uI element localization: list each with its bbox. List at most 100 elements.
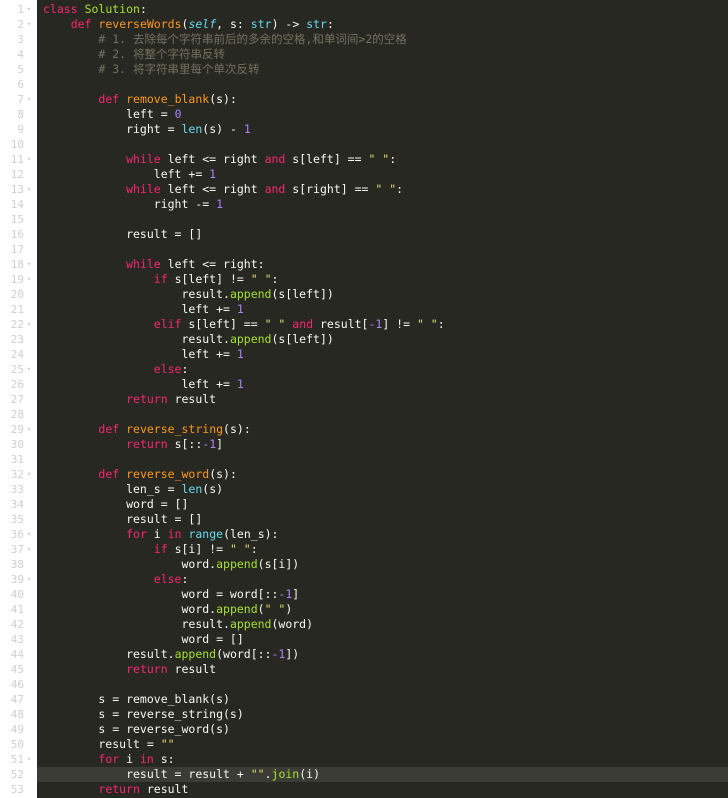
fold-toggle-icon[interactable]: ▾	[24, 317, 34, 332]
code-line[interactable]: while left <= right and s[left] == " ":	[37, 152, 728, 167]
code-line[interactable]: for i in s:	[37, 752, 728, 767]
gutter-line-52[interactable]: 52	[0, 767, 37, 782]
fold-toggle-icon[interactable]: ▾	[24, 17, 34, 32]
code-line[interactable]: return s[::-1]	[37, 437, 728, 452]
code-line[interactable]: # 2. 将整个字符串反转	[37, 47, 728, 62]
code-line[interactable]: left += 1	[37, 377, 728, 392]
code-line[interactable]: result = []	[37, 227, 728, 242]
code-line[interactable]: word = []	[37, 632, 728, 647]
code-line[interactable]	[37, 242, 728, 257]
gutter-line-14[interactable]: 14	[0, 197, 37, 212]
code-line[interactable]	[37, 452, 728, 467]
code-line[interactable]: word.append(s[i])	[37, 557, 728, 572]
gutter-line-21[interactable]: 21	[0, 302, 37, 317]
gutter-line-6[interactable]: 6	[0, 77, 37, 92]
code-line[interactable]: s = reverse_word(s)	[37, 722, 728, 737]
gutter-line-1[interactable]: 1 ▾	[0, 2, 37, 17]
gutter-line-33[interactable]: 33	[0, 482, 37, 497]
fold-toggle-icon[interactable]: ▾	[24, 542, 34, 557]
code-line[interactable]: len_s = len(s)	[37, 482, 728, 497]
code-line[interactable]	[37, 677, 728, 692]
code-line[interactable]: result = []	[37, 512, 728, 527]
gutter-line-26[interactable]: 26	[0, 377, 37, 392]
gutter-line-40[interactable]: 40	[0, 587, 37, 602]
gutter-line-9[interactable]: 9	[0, 122, 37, 137]
code-line[interactable]: right -= 1	[37, 197, 728, 212]
gutter-line-48[interactable]: 48	[0, 707, 37, 722]
editor-gutter[interactable]: 1 ▾ 2 ▾ 3 4 5 6 7 ▾ 8 9 10 11 ▾ 12 13 ▾ 14 15 16 1…	[0, 0, 37, 798]
code-line[interactable]: result.append(word)	[37, 617, 728, 632]
gutter-line-39[interactable]: 39 ▾	[0, 572, 37, 587]
code-line[interactable]: result.append(word[::-1])	[37, 647, 728, 662]
fold-toggle-icon[interactable]: ▾	[24, 362, 34, 377]
gutter-line-11[interactable]: 11 ▾	[0, 152, 37, 167]
code-line[interactable]: while left <= right:	[37, 257, 728, 272]
gutter-line-5[interactable]: 5	[0, 62, 37, 77]
code-editor[interactable]: 1 ▾ 2 ▾ 3 4 5 6 7 ▾ 8 9 10 11 ▾ 12 13 ▾ 14 15 16 1…	[0, 0, 728, 798]
gutter-line-19[interactable]: 19 ▾	[0, 272, 37, 287]
fold-toggle-icon[interactable]: ▾	[24, 422, 34, 437]
gutter-line-28[interactable]: 28	[0, 407, 37, 422]
gutter-line-38[interactable]: 38	[0, 557, 37, 572]
gutter-line-51[interactable]: 51 ▾	[0, 752, 37, 767]
code-line[interactable]: # 3. 将字符串里每个单次反转	[37, 62, 728, 77]
gutter-line-24[interactable]: 24	[0, 347, 37, 362]
gutter-line-23[interactable]: 23	[0, 332, 37, 347]
code-line[interactable]: left += 1	[37, 167, 728, 182]
gutter-line-8[interactable]: 8	[0, 107, 37, 122]
gutter-line-22[interactable]: 22 ▾	[0, 317, 37, 332]
gutter-line-31[interactable]: 31	[0, 452, 37, 467]
code-line[interactable]: result.append(s[left])	[37, 332, 728, 347]
fold-toggle-icon[interactable]: ▾	[24, 752, 34, 767]
gutter-line-15[interactable]: 15	[0, 212, 37, 227]
gutter-line-50[interactable]: 50	[0, 737, 37, 752]
code-line[interactable]: s = remove_blank(s)	[37, 692, 728, 707]
gutter-line-27[interactable]: 27	[0, 392, 37, 407]
gutter-line-7[interactable]: 7 ▾	[0, 92, 37, 107]
gutter-line-25[interactable]: 25 ▾	[0, 362, 37, 377]
gutter-line-45[interactable]: 45	[0, 662, 37, 677]
gutter-line-3[interactable]: 3	[0, 32, 37, 47]
gutter-line-32[interactable]: 32 ▾	[0, 467, 37, 482]
gutter-line-2[interactable]: 2 ▾	[0, 17, 37, 32]
gutter-line-46[interactable]: 46	[0, 677, 37, 692]
gutter-line-16[interactable]: 16	[0, 227, 37, 242]
gutter-line-37[interactable]: 37 ▾	[0, 542, 37, 557]
gutter-line-41[interactable]: 41	[0, 602, 37, 617]
fold-toggle-icon[interactable]: ▾	[24, 272, 34, 287]
code-line[interactable]	[37, 407, 728, 422]
code-line[interactable]: left = 0	[37, 107, 728, 122]
code-line[interactable]: right = len(s) - 1	[37, 122, 728, 137]
gutter-line-4[interactable]: 4	[0, 47, 37, 62]
gutter-line-36[interactable]: 36 ▾	[0, 527, 37, 542]
code-line-active[interactable]: result = result + "".join(i)	[37, 767, 728, 782]
code-line[interactable]: if s[left] != " ":	[37, 272, 728, 287]
gutter-line-34[interactable]: 34	[0, 497, 37, 512]
gutter-line-18[interactable]: 18 ▾	[0, 257, 37, 272]
gutter-line-44[interactable]: 44	[0, 647, 37, 662]
editor-code-area[interactable]: class Solution: def reverseWords(self, s…	[37, 0, 728, 798]
code-line[interactable]: while left <= right and s[right] == " ":	[37, 182, 728, 197]
code-line[interactable]	[37, 212, 728, 227]
gutter-line-17[interactable]: 17	[0, 242, 37, 257]
gutter-line-42[interactable]: 42	[0, 617, 37, 632]
code-line[interactable]: for i in range(len_s):	[37, 527, 728, 542]
gutter-line-35[interactable]: 35	[0, 512, 37, 527]
code-line[interactable]: class Solution:	[37, 2, 728, 17]
code-line[interactable]: # 1. 去除每个字符串前后的多余的空格,和单词间>2的空格	[37, 32, 728, 47]
code-line[interactable]: return result	[37, 662, 728, 677]
fold-toggle-icon[interactable]: ▾	[24, 152, 34, 167]
code-line[interactable]: result.append(s[left])	[37, 287, 728, 302]
fold-toggle-icon[interactable]: ▾	[24, 2, 34, 17]
code-line[interactable]: def remove_blank(s):	[37, 92, 728, 107]
code-line[interactable]: word = word[::-1]	[37, 587, 728, 602]
fold-toggle-icon[interactable]: ▾	[24, 527, 34, 542]
code-line[interactable]: return result	[37, 782, 728, 797]
code-line[interactable]: else:	[37, 362, 728, 377]
code-line[interactable]: def reverseWords(self, s: str) -> str:	[37, 17, 728, 32]
code-line[interactable]: word.append(" ")	[37, 602, 728, 617]
code-line[interactable]: word = []	[37, 497, 728, 512]
fold-toggle-icon[interactable]: ▾	[24, 257, 34, 272]
code-line[interactable]: left += 1	[37, 302, 728, 317]
code-line[interactable]: return result	[37, 392, 728, 407]
